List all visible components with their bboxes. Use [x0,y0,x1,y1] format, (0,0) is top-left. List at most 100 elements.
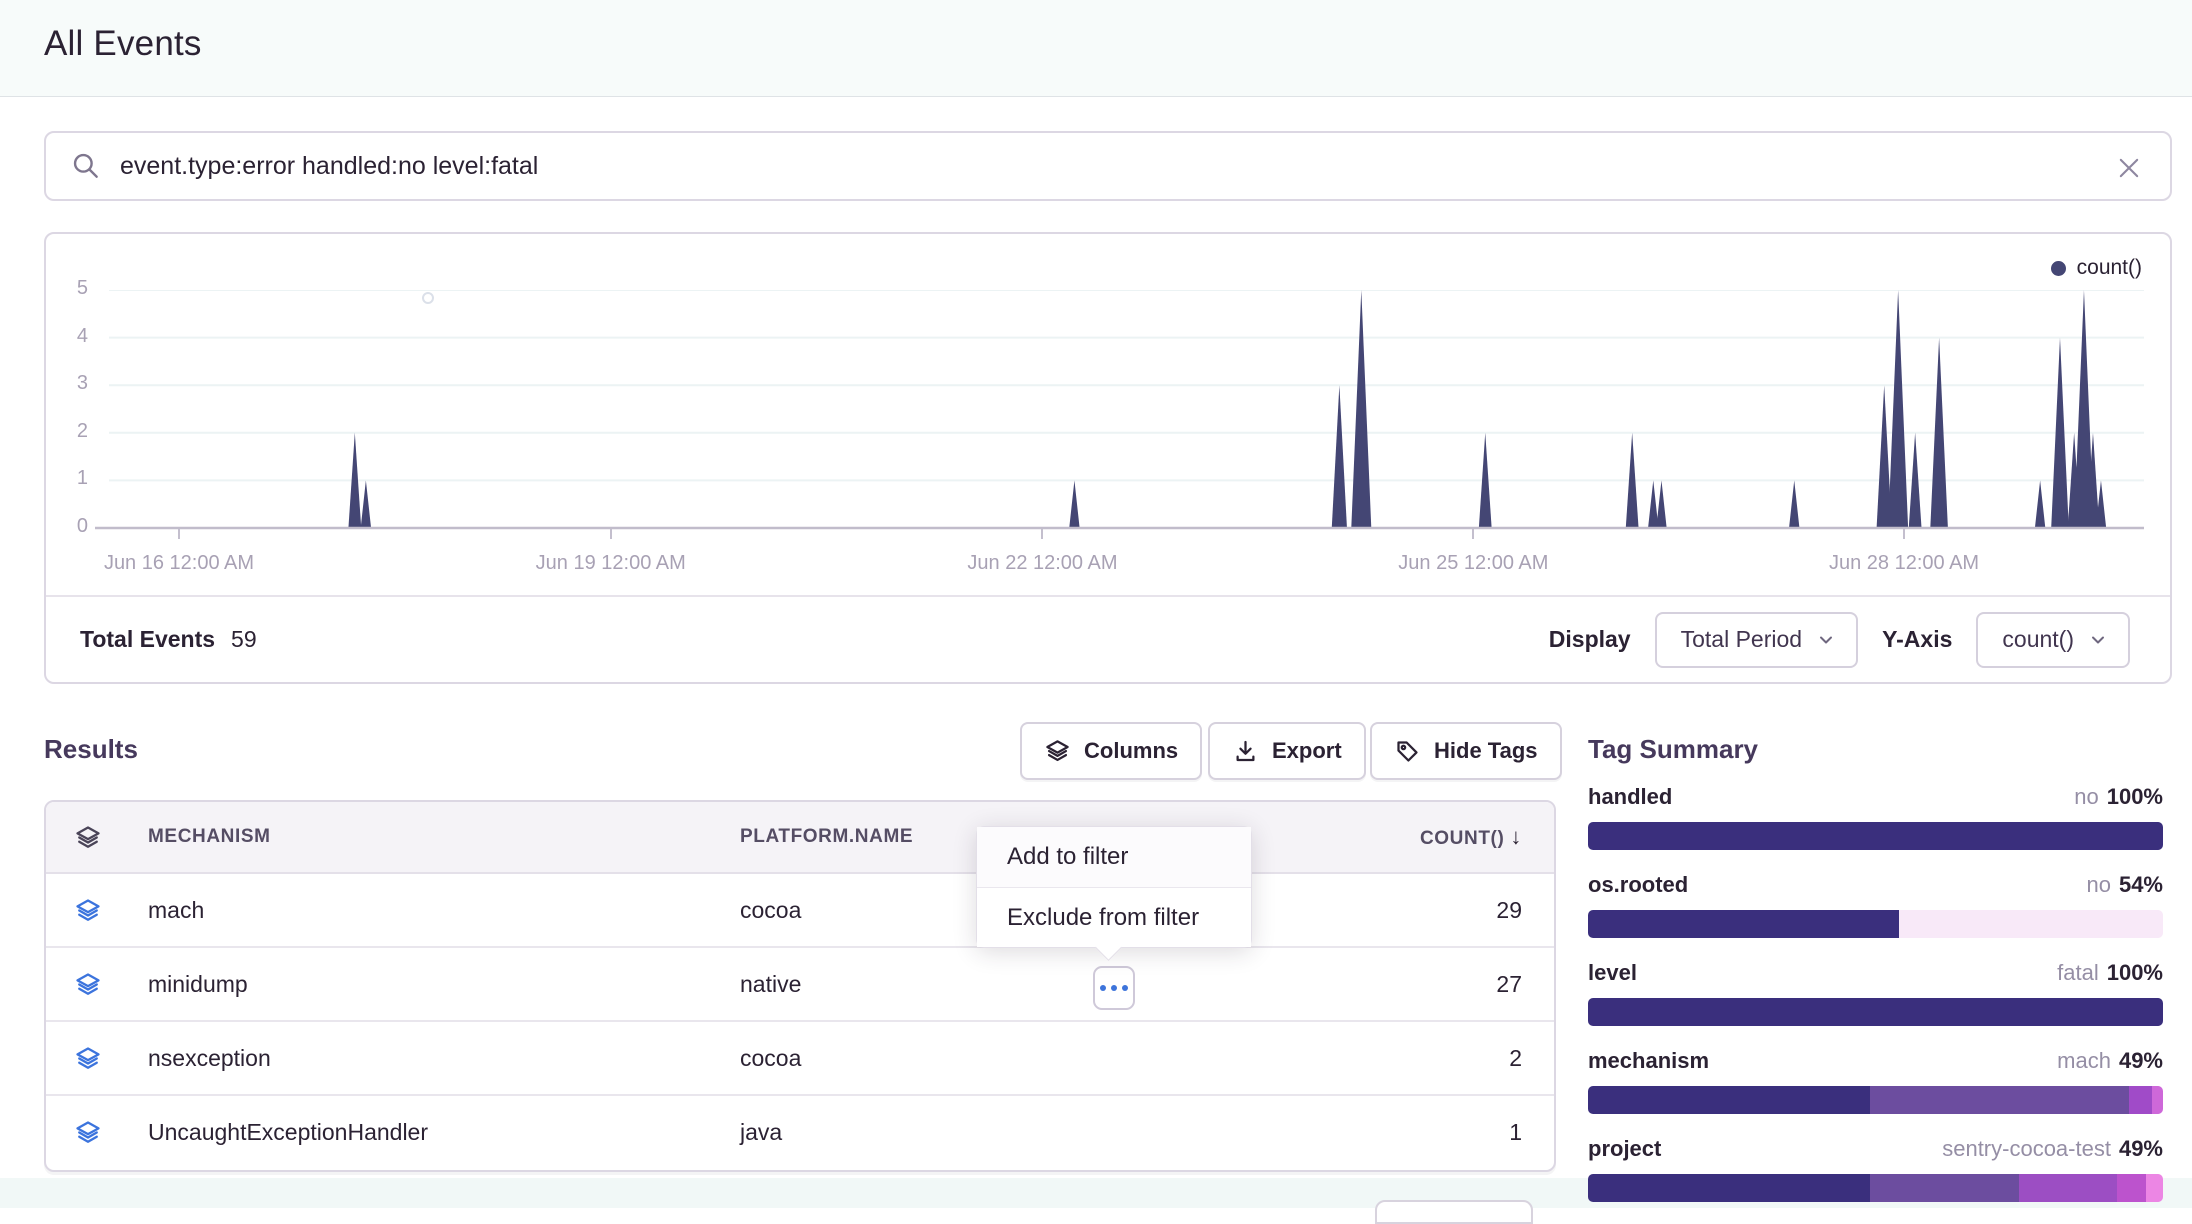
ellipsis-dot-icon [1111,985,1117,991]
search-input[interactable]: event.type:error handled:no level:fatal [120,152,538,181]
column-header-mechanism[interactable]: MECHANISM [148,826,271,848]
cell-platform[interactable]: java [740,1119,782,1146]
tag-summary-row: handledno100% [1588,784,2163,850]
chart-spike[interactable] [2035,480,2045,528]
close-icon[interactable] [2106,145,2152,191]
chart-spike[interactable] [1648,480,1658,528]
x-axis-tick [1903,529,1905,539]
cell-mechanism[interactable]: UncaughtExceptionHandler [148,1119,428,1146]
tag-bar-segment[interactable] [2146,1174,2163,1202]
ellipsis-dot-icon [1100,985,1106,991]
hide-tags-button-label: Hide Tags [1434,738,1538,764]
layers-icon [74,1045,102,1073]
tag-top-value: sentry-cocoa-test49% [1942,1136,2163,1162]
tag-bar-segment[interactable] [2117,1174,2146,1202]
yaxis-dropdown[interactable]: count() [1976,612,2130,668]
layers-icon [74,897,102,925]
y-axis-tick-label: 2 [46,420,88,443]
exclude-from-filter-item[interactable]: Exclude from filter [977,887,1251,947]
layers-icon [74,971,102,999]
x-axis-tick-label: Jun 19 12:00 AM [491,552,731,575]
export-button-label: Export [1272,738,1342,764]
sort-desc-icon: ↓ [1510,824,1522,850]
cell-mechanism[interactable]: minidump [148,971,248,998]
tag-bar-segment[interactable] [1870,1174,2020,1202]
total-events-value: 59 [231,626,257,653]
tag-distribution-bar[interactable] [1588,998,2163,1026]
tag-summary-row: mechanismmach49% [1588,1048,2163,1114]
tag-bar-segment[interactable] [1588,1174,1870,1202]
display-dropdown-value: Total Period [1681,626,1802,653]
tag-name: level [1588,960,1637,986]
chart-spike[interactable] [1888,290,1908,528]
add-to-filter-item[interactable]: Add to filter [977,827,1251,887]
x-axis-tick [610,529,612,539]
tag-distribution-bar[interactable] [1588,910,2163,938]
y-axis-tick-label: 0 [46,515,88,538]
table-row[interactable]: nsexception cocoa 2 [46,1022,1554,1096]
table-header: MECHANISM PLATFORM.NAME COUNT() ↓ [46,802,1554,874]
tag-name: mechanism [1588,1048,1709,1074]
tag-bar-segment[interactable] [1588,998,2163,1026]
x-axis-tick [1472,529,1474,539]
display-dropdown[interactable]: Total Period [1655,612,1858,668]
tag-bar-segment[interactable] [1870,1086,2129,1114]
cell-count[interactable]: 1 [1509,1119,1522,1146]
cell-actions-button[interactable] [1093,966,1135,1010]
legend-label: count() [2077,256,2142,280]
tag-bar-segment[interactable] [1588,822,2163,850]
tag-percentage: 49% [2119,1136,2163,1161]
tag-top-value: fatal100% [2057,960,2163,986]
chart-footer: Total Events 59 Display Total Period Y-A… [46,595,2170,682]
events-spike-chart[interactable] [95,290,2144,530]
tag-summary-row: os.rootedno54% [1588,872,2163,938]
cell-count[interactable]: 27 [1496,971,1522,998]
columns-button[interactable]: Columns [1020,722,1202,780]
y-axis-tick-label: 4 [46,325,88,348]
chart-spike[interactable] [1656,480,1666,528]
column-header-count[interactable]: COUNT() ↓ [1420,826,1522,852]
x-axis-tick-label: Jun 22 12:00 AM [922,552,1162,575]
tag-bar-segment[interactable] [2019,1174,2117,1202]
tag-bar-segment[interactable] [2129,1086,2152,1114]
tag-bar-segment[interactable] [1899,910,2164,938]
layers-icon[interactable] [74,824,102,852]
chart-marker-circle [422,292,434,304]
table-row[interactable]: mach cocoa 29 [46,874,1554,948]
chart-spike[interactable] [1789,480,1799,528]
cell-count[interactable]: 29 [1496,897,1522,924]
tag-bar-segment[interactable] [1588,1086,1870,1114]
tag-summary-heading: Tag Summary [1588,734,1758,765]
export-button[interactable]: Export [1208,722,1366,780]
tag-distribution-bar[interactable] [1588,1086,2163,1114]
chevron-down-icon [1816,630,1836,650]
pagination-partial-button[interactable] [1375,1200,1533,1224]
cell-mechanism[interactable]: mach [148,897,204,924]
tag-bar-segment[interactable] [1588,910,1899,938]
chart-spike[interactable] [1069,480,1079,528]
columns-button-label: Columns [1084,738,1178,764]
tag-distribution-bar[interactable] [1588,1174,2163,1202]
tag-bar-segment[interactable] [2152,1086,2164,1114]
search-bar[interactable]: event.type:error handled:no level:fatal [44,131,2172,201]
chart-spike[interactable] [361,480,371,528]
cell-platform[interactable]: cocoa [740,1045,801,1072]
table-row[interactable]: UncaughtExceptionHandler java 1 [46,1096,1554,1170]
chart-spike[interactable] [1351,290,1371,528]
cell-platform[interactable]: cocoa [740,897,801,924]
layers-icon [74,1119,102,1147]
count-column-label: COUNT() [1420,828,1504,850]
cell-platform[interactable]: native [740,971,801,998]
chart-spike[interactable] [1332,385,1347,528]
cell-count[interactable]: 2 [1509,1045,1522,1072]
tag-top-value: no100% [2074,784,2163,810]
x-axis-tick-label: Jun 28 12:00 AM [1784,552,2024,575]
results-heading: Results [44,734,138,765]
table-row[interactable]: minidump native 27 [46,948,1554,1022]
tag-distribution-bar[interactable] [1588,822,2163,850]
cell-mechanism[interactable]: nsexception [148,1045,271,1072]
hide-tags-button[interactable]: Hide Tags [1370,722,1562,780]
layers-icon [1044,738,1071,765]
column-header-platform-name[interactable]: PLATFORM.NAME [740,826,913,848]
tag-summary-row: level fatal100% [1588,960,2163,1026]
